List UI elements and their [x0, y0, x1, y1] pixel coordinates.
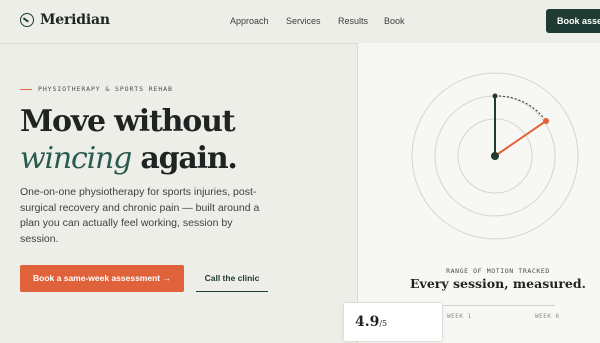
site-header: Meridian Approach Services Results Book …: [0, 0, 600, 44]
brand-name: Meridian: [40, 12, 110, 28]
nav-item-book[interactable]: Book: [384, 16, 405, 26]
range-of-motion-dial: [411, 72, 579, 240]
hero-intro: One-on-one physiotherapy for sports inju…: [20, 186, 260, 245]
nav-item-services[interactable]: Services: [286, 16, 321, 26]
eyebrow-rule: [20, 88, 32, 90]
headline-line-1: Move without: [20, 104, 236, 139]
call-clinic-link[interactable]: Call the clinic: [196, 265, 268, 292]
headline-rest: again.: [131, 141, 238, 176]
week-axis: [443, 305, 555, 306]
baseline-marker: [492, 93, 498, 99]
week-label-start: WEEK 1: [447, 313, 472, 320]
rating-card: 4.9/5: [343, 302, 443, 342]
week-label-end: WEEK 6: [535, 313, 560, 320]
book-same-week-button[interactable]: Book a same-week assessment →: [20, 265, 184, 292]
panel-title: Every session, measured.: [410, 276, 586, 291]
hero-eyebrow: PHYSIOTHERAPY & SPORTS REHAB: [20, 85, 173, 93]
current-needle: [494, 120, 547, 157]
rating-score: 4.9: [355, 314, 380, 330]
current-marker: [543, 118, 549, 124]
panel-kicker: RANGE OF MOTION TRACKED: [446, 267, 550, 275]
motion-arc: [494, 95, 547, 122]
compass-dial-icon: [20, 13, 34, 27]
dial-pivot: [491, 152, 499, 160]
headline-accent: wincing: [20, 141, 132, 176]
book-assessment-button[interactable]: Book assess: [546, 9, 600, 33]
range-of-motion-panel: RANGE OF MOTION TRACKED Every session, m…: [357, 43, 600, 343]
eyebrow-text: PHYSIOTHERAPY & SPORTS REHAB: [38, 85, 173, 93]
nav-item-results[interactable]: Results: [338, 16, 368, 26]
logo[interactable]: Meridian: [20, 12, 110, 28]
rating-value: 4.9/5: [355, 314, 387, 330]
hero-headline: Move without wincing again.: [20, 103, 238, 177]
rating-max: /5: [379, 319, 388, 328]
nav-item-approach[interactable]: Approach: [230, 16, 269, 26]
